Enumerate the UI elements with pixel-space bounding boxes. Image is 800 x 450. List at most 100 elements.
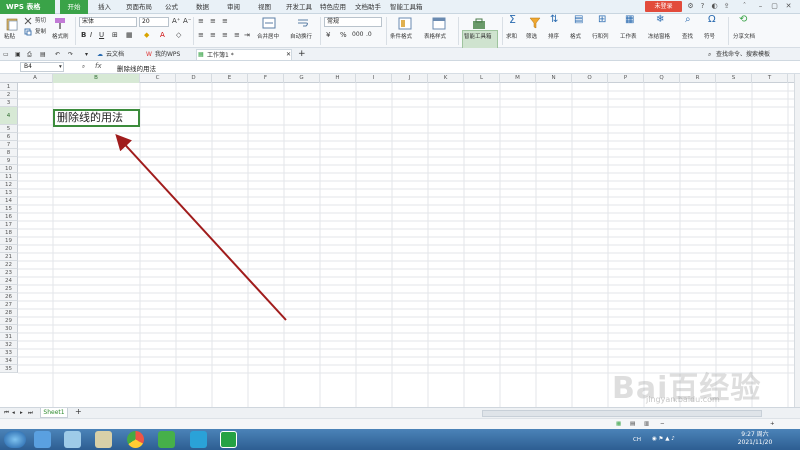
column-header-g[interactable]: G	[284, 74, 320, 83]
tab-review[interactable]: 审阅	[227, 0, 240, 14]
conditional-format-icon[interactable]	[398, 17, 412, 30]
cut-button[interactable]: 剪切	[35, 17, 46, 25]
print-icon[interactable]: ⎙	[27, 49, 32, 60]
column-header-p[interactable]: P	[608, 74, 644, 83]
row-header-13[interactable]: 13	[0, 189, 18, 197]
tab-data[interactable]: 数据	[196, 0, 209, 14]
sort-icon[interactable]: ⇅	[550, 15, 558, 25]
search-command-input[interactable]: 查找命令、搜索模板	[716, 49, 770, 60]
tab-developer[interactable]: 开发工具	[286, 0, 312, 14]
row-header-2[interactable]: 2	[0, 91, 18, 99]
column-header-k[interactable]: K	[428, 74, 464, 83]
sheet-nav-last-icon[interactable]: ⏭	[28, 409, 33, 417]
windows-icon[interactable]	[34, 431, 51, 448]
column-header-i[interactable]: I	[356, 74, 392, 83]
tab-formula[interactable]: 公式	[165, 0, 178, 14]
find-button[interactable]: 查找	[682, 33, 693, 41]
symbol-icon[interactable]: Ω	[708, 15, 716, 25]
column-header-n[interactable]: N	[536, 74, 572, 83]
row-header-35[interactable]: 35	[0, 365, 18, 373]
column-header-a[interactable]: A	[18, 74, 53, 83]
format-icon[interactable]: ▤	[574, 15, 583, 25]
row-header-9[interactable]: 9	[0, 157, 18, 165]
font-size-select[interactable]: 20	[139, 17, 169, 27]
row-header-26[interactable]: 26	[0, 293, 18, 301]
row-header-24[interactable]: 24	[0, 277, 18, 285]
tab-view[interactable]: 视图	[258, 0, 271, 14]
column-header-r[interactable]: R	[680, 74, 716, 83]
filter-icon[interactable]	[529, 17, 541, 29]
redo-icon[interactable]: ↷	[68, 49, 73, 60]
column-header-b[interactable]: B	[53, 74, 140, 83]
column-header-d[interactable]: D	[176, 74, 212, 83]
row-header-31[interactable]: 31	[0, 333, 18, 341]
italic-icon[interactable]: I	[90, 31, 92, 39]
ime-indicator[interactable]: CH	[633, 436, 641, 444]
align-left-icon[interactable]: ≡	[198, 31, 204, 39]
column-header-e[interactable]: E	[212, 74, 248, 83]
row-header-22[interactable]: 22	[0, 261, 18, 269]
find-icon[interactable]: ⌕	[685, 15, 691, 25]
zoom-out-icon[interactable]: −	[660, 420, 665, 428]
wrap-text-button[interactable]: 自动换行	[290, 33, 312, 41]
wrap-text-icon[interactable]	[296, 17, 310, 29]
clear-format-icon[interactable]: ◇	[176, 31, 181, 39]
align-center-icon[interactable]: ≡	[210, 31, 216, 39]
row-header-34[interactable]: 34	[0, 357, 18, 365]
name-box[interactable]: B4	[20, 62, 64, 72]
column-header-l[interactable]: L	[464, 74, 500, 83]
preview-icon[interactable]: ▤	[40, 49, 46, 60]
new-tab-icon[interactable]: +	[298, 49, 306, 60]
search-magnifier-icon[interactable]	[64, 431, 81, 448]
worksheet-button[interactable]: 工作表	[620, 33, 637, 41]
tab-features[interactable]: 特色应用	[320, 0, 346, 14]
percent-button[interactable]: %	[340, 31, 347, 39]
column-header-t[interactable]: T	[752, 74, 788, 83]
row-header-16[interactable]: 16	[0, 213, 18, 221]
settings-icon[interactable]: ⚙	[686, 2, 695, 11]
sum-icon[interactable]: Σ	[509, 14, 516, 25]
sort-button[interactable]: 排序	[548, 33, 559, 41]
add-sheet-icon[interactable]: +	[75, 408, 82, 416]
row-header-19[interactable]: 19	[0, 237, 18, 245]
row-header-17[interactable]: 17	[0, 221, 18, 229]
wps-taskbar-icon[interactable]	[220, 431, 237, 448]
column-header-c[interactable]: C	[140, 74, 176, 83]
cut-icon[interactable]	[24, 17, 32, 25]
browser-icon[interactable]	[190, 431, 207, 448]
column-header-f[interactable]: F	[248, 74, 284, 83]
border-icon[interactable]: ⊞	[112, 31, 118, 39]
cell-border-icon[interactable]: ▦	[126, 31, 133, 39]
paste-icon[interactable]	[5, 17, 19, 31]
page-view-icon[interactable]: ▤	[630, 420, 635, 428]
justify-icon[interactable]: ≡	[234, 31, 240, 39]
chrome-icon[interactable]	[127, 431, 144, 448]
align-top-icon[interactable]: ≡	[198, 17, 204, 25]
sheet-nav-next-icon[interactable]: ▸	[20, 409, 23, 417]
tab-my-wps[interactable]: 我的WPS	[155, 49, 180, 60]
column-header-o[interactable]: O	[572, 74, 608, 83]
align-right-icon[interactable]: ≡	[222, 31, 228, 39]
row-header-12[interactable]: 12	[0, 181, 18, 189]
copy-button[interactable]: 复制	[35, 28, 46, 36]
tray-icons[interactable]: ◉ ⚑ ▲ ♪	[652, 435, 675, 443]
sheet-nav-prev-icon[interactable]: ◂	[12, 409, 15, 417]
row-header-10[interactable]: 10	[0, 165, 18, 173]
save-icon[interactable]: ▣	[15, 49, 21, 60]
normal-view-icon[interactable]: ▦	[616, 420, 621, 428]
freeze-panes-button[interactable]: 冻结窗格	[648, 33, 670, 41]
column-header-m[interactable]: M	[500, 74, 536, 83]
tab-cloud-docs[interactable]: 云文档	[106, 49, 124, 60]
font-name-select[interactable]: 宋体	[79, 17, 137, 27]
sum-button[interactable]: 求和	[506, 33, 517, 41]
ribbon-collapse-icon[interactable]: ˆ	[740, 2, 749, 11]
tab-smart-toolbox[interactable]: 智能工具箱	[390, 0, 423, 14]
row-header-28[interactable]: 28	[0, 309, 18, 317]
row-header-20[interactable]: 20	[0, 245, 18, 253]
page-break-icon[interactable]: ▥	[644, 420, 649, 428]
fx-icon[interactable]: fx	[95, 62, 102, 70]
row-header-3[interactable]: 3	[0, 99, 18, 107]
row-header-25[interactable]: 25	[0, 285, 18, 293]
skin-icon[interactable]: ◐	[710, 2, 719, 11]
row-header-29[interactable]: 29	[0, 317, 18, 325]
